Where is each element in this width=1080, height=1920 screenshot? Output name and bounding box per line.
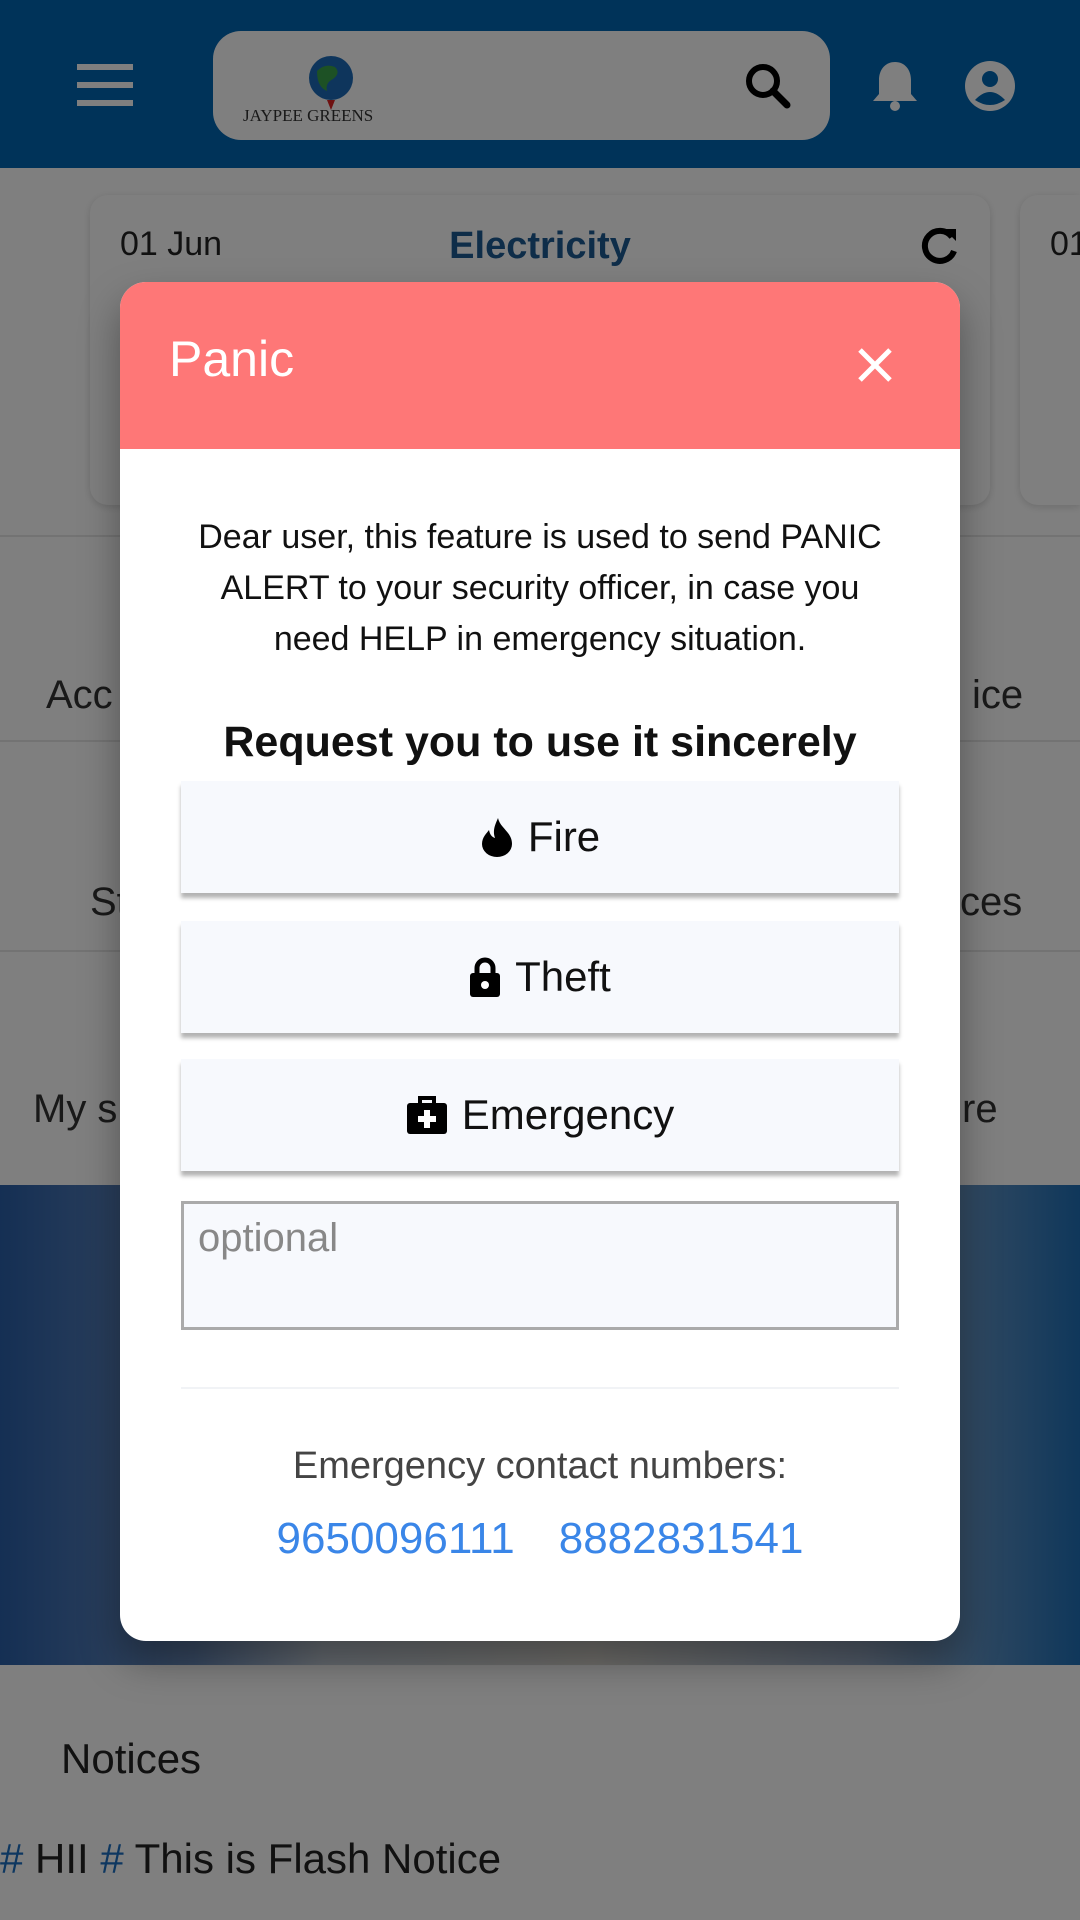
lock-icon	[470, 957, 501, 997]
emergency-button[interactable]: Emergency	[181, 1059, 899, 1171]
theft-button[interactable]: Theft	[181, 921, 899, 1033]
fire-button[interactable]: Fire	[181, 781, 899, 893]
emergency-label: Emergency	[461, 1091, 675, 1138]
close-icon[interactable]	[850, 340, 900, 390]
theft-label: Theft	[515, 953, 611, 1000]
panic-dialog: Panic Dear user, this feature is used to…	[120, 282, 960, 1641]
optional-note-input[interactable]	[181, 1201, 899, 1330]
dialog-title: Panic	[169, 331, 295, 387]
dialog-header: Panic	[120, 282, 960, 449]
first-aid-kit-icon	[406, 1096, 447, 1134]
fire-icon	[481, 818, 512, 857]
sincerity-notice: Request you to use it sincerely	[223, 718, 857, 766]
emergency-contacts: 9650096111 8882831541	[120, 1514, 960, 1564]
contact-number-link[interactable]: 9650096111	[277, 1514, 515, 1564]
dialog-description: Dear user, this feature is used to send …	[198, 518, 882, 658]
fire-label: Fire	[527, 813, 601, 860]
contact-number-link[interactable]: 8882831541	[559, 1514, 804, 1564]
emergency-contacts-label: Emergency contact numbers:	[292, 1445, 788, 1487]
divider	[181, 1387, 899, 1389]
